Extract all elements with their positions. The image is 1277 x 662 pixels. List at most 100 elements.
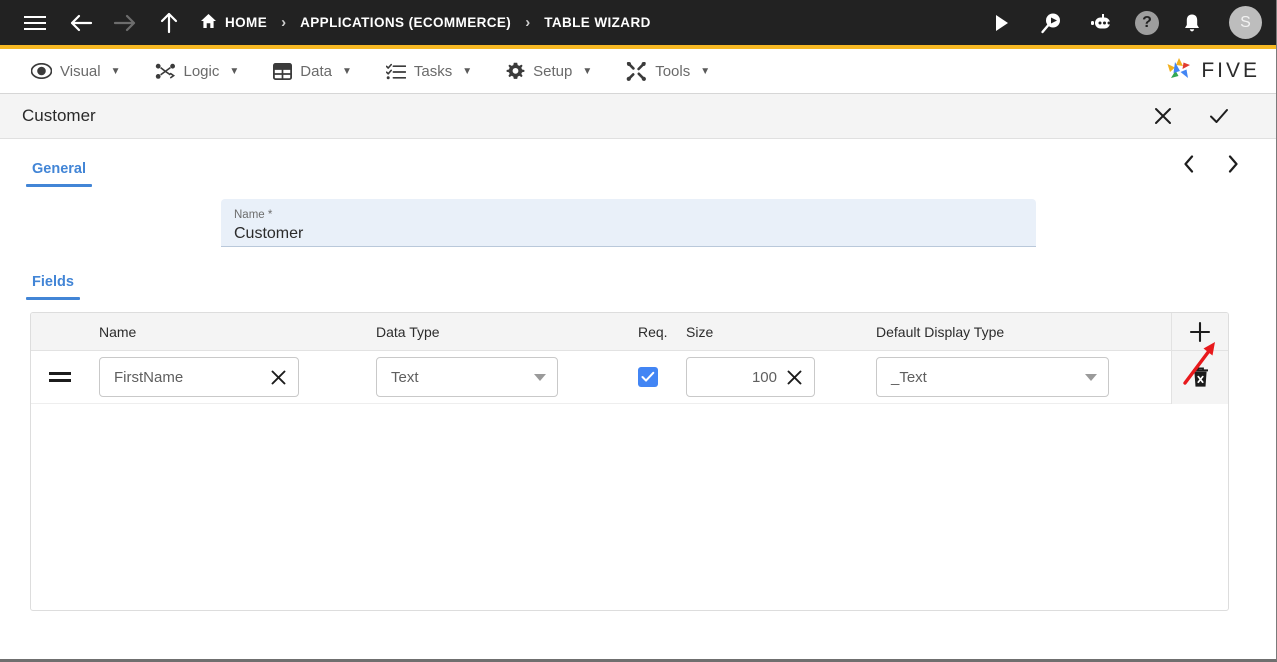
breadcrumb-label-table-wizard: TABLE WIZARD [544,15,651,30]
record-navigation [1176,151,1246,177]
chevron-down-icon [1085,373,1097,381]
breadcrumb: HOME › APPLICATIONS (ECOMMERCE) › TABLE … [200,13,651,32]
record-actions [1150,103,1254,129]
menu-label-logic: Logic [183,62,220,80]
home-icon [200,13,217,32]
column-header-size: Size [686,323,714,340]
gear-icon [506,62,525,81]
breadcrumb-separator: › [525,14,531,31]
default-display-type-select[interactable]: _Text [876,357,1109,397]
application-menu-bar: Visual ▼ Logic ▼ Data ▼ Tasks ▼ Setup ▼ … [0,49,1276,94]
user-avatar[interactable]: S [1229,6,1262,39]
breadcrumb-item-applications[interactable]: APPLICATIONS (ECOMMERCE) [300,15,511,30]
fields-tab-row: Fields [26,247,1246,300]
clear-icon[interactable] [267,366,289,388]
tools-crossed-icon [626,61,647,81]
default-display-type-value: _Text [891,368,927,386]
menu-item-tools[interactable]: Tools ▼ [609,49,727,93]
menu-item-visual[interactable]: Visual ▼ [14,49,138,93]
delete-field-button[interactable] [1172,351,1228,404]
five-brand-logo: FIVE [1164,56,1276,87]
app-window: HOME › APPLICATIONS (ECOMMERCE) › TABLE … [0,0,1277,662]
chevron-down-icon [534,373,546,381]
brand-text: FIVE [1201,59,1260,82]
breadcrumb-label-applications: APPLICATIONS (ECOMMERCE) [300,15,512,30]
required-checkbox[interactable] [638,367,658,387]
general-tab-row: General [26,139,1246,187]
menu-item-setup[interactable]: Setup ▼ [489,49,609,93]
menu-label-tasks: Tasks [413,62,453,80]
chevron-down-icon: ▼ [110,65,121,77]
hamburger-menu-icon[interactable] [18,6,52,40]
menu-item-tasks[interactable]: Tasks ▼ [369,49,489,93]
chevron-down-icon: ▼ [341,65,352,77]
menu-label-tools: Tools [655,62,691,80]
run-play-icon[interactable] [985,6,1019,40]
eye-icon [31,63,52,79]
menu-label-setup: Setup [533,62,573,80]
chevron-down-icon: ▼ [582,65,593,77]
record-header: Customer [0,94,1276,139]
table-grid-icon [273,62,293,80]
menu-label-data: Data [300,62,332,80]
search-chat-icon[interactable] [1035,6,1069,40]
cancel-button[interactable] [1150,103,1176,129]
chatbot-icon[interactable] [1085,6,1119,40]
column-header-req: Req. [638,323,668,340]
fields-grid: Name Data Type Req. Size Default Display… [30,312,1229,611]
tab-fields-label: Fields [32,274,74,290]
data-type-select[interactable]: Text [376,357,558,397]
table-row: FirstName Text 100 _Text [31,351,1228,404]
cell-data-type: Text [376,357,638,397]
clear-icon[interactable] [783,366,805,388]
add-field-button[interactable] [1172,313,1228,351]
name-input[interactable]: Customer [234,223,1024,244]
up-arrow-icon[interactable] [152,6,186,40]
breadcrumb-item-home[interactable]: HOME [200,13,267,32]
row-actions-column [1171,313,1228,404]
topbar-actions: ? S [985,6,1262,40]
breadcrumb-separator: › [281,14,287,31]
breadcrumb-item-table-wizard[interactable]: TABLE WIZARD [544,15,651,30]
data-type-value: Text [391,368,419,386]
logic-nodes-icon [155,63,176,80]
field-size-input[interactable]: 100 [686,357,815,397]
tab-general[interactable]: General [26,153,92,187]
chevron-down-icon: ▼ [462,65,473,77]
avatar-initial: S [1240,13,1251,31]
chevron-down-icon: ▼ [229,65,240,77]
top-navigation-bar: HOME › APPLICATIONS (ECOMMERCE) › TABLE … [0,0,1276,49]
column-header-data-type: Data Type [376,323,440,340]
name-field[interactable]: Name * Customer [221,199,1036,247]
menu-item-data[interactable]: Data ▼ [256,49,369,93]
name-field-container: Name * Customer [30,187,1246,247]
five-star-logo-icon [1164,56,1194,87]
confirm-save-button[interactable] [1206,103,1232,129]
tab-fields[interactable]: Fields [26,266,80,300]
column-header-default-display-type: Default Display Type [876,323,1005,340]
breadcrumb-label-home: HOME [225,15,268,30]
name-field-label: Name * [234,208,273,221]
cell-name: FirstName [99,357,376,397]
chevron-right-icon[interactable] [1220,151,1246,177]
chevron-down-icon: ▼ [700,65,711,77]
notifications-bell-icon[interactable] [1175,6,1209,40]
cell-size: 100 [686,357,876,397]
page-title: Customer [22,106,96,125]
menu-item-logic[interactable]: Logic ▼ [138,49,257,93]
drag-handle-icon [49,372,71,382]
help-glyph: ? [1142,13,1152,31]
back-arrow-icon[interactable] [64,6,98,40]
tab-general-label: General [32,161,86,177]
forward-arrow-icon[interactable] [108,6,142,40]
menu-label-visual: Visual [60,62,101,80]
field-name-value: FirstName [114,368,184,386]
column-header-name: Name [99,323,137,340]
field-size-value: 100 [751,368,777,386]
row-drag-handle[interactable] [31,372,99,382]
help-icon[interactable]: ? [1135,10,1159,35]
chevron-left-icon[interactable] [1176,151,1202,177]
form-body: General Name * Customer Fields Name Data… [0,139,1276,659]
cell-default-display-type: _Text [876,357,1173,397]
field-name-input[interactable]: FirstName [99,357,299,397]
